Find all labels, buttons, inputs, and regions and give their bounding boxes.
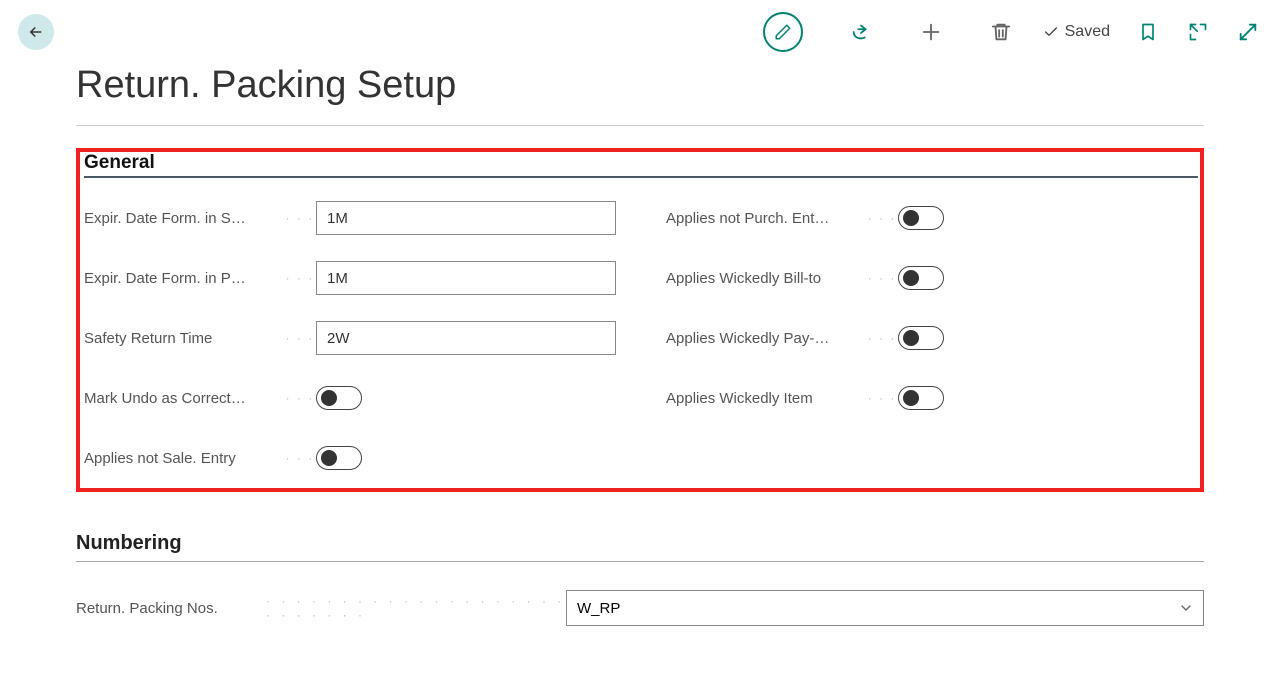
pencil-icon (774, 23, 792, 41)
applies-not-purch-toggle[interactable] (898, 206, 944, 230)
applies-not-sale-label: Applies not Sale. Entry (84, 450, 284, 467)
safety-return-row: Safety Return Time · · · (84, 322, 616, 354)
applies-wickedly-item-row: Applies Wickedly Item · · · (666, 382, 1198, 414)
return-packing-nos-select[interactable] (566, 590, 1204, 626)
delete-button[interactable] (989, 20, 1013, 44)
applies-not-purch-label: Applies not Purch. Ent… (666, 210, 866, 227)
share-button[interactable] (849, 20, 873, 44)
share-icon (850, 21, 872, 43)
expir-date-sale-label: Expir. Date Form. in S… (84, 210, 284, 227)
toolbar: Saved (0, 0, 1280, 64)
bookmark-button[interactable] (1136, 20, 1160, 44)
title-divider (76, 125, 1204, 126)
safety-return-label: Safety Return Time (84, 330, 284, 347)
check-icon (1043, 24, 1059, 40)
page-title: Return. Packing Setup (76, 64, 1204, 107)
saved-label: Saved (1065, 23, 1110, 41)
expand-icon (1237, 21, 1259, 43)
applies-wickedly-billto-row: Applies Wickedly Bill-to · · · (666, 262, 1198, 294)
applies-not-sale-row: Applies not Sale. Entry · · · (84, 442, 616, 474)
mark-undo-toggle[interactable] (316, 386, 362, 410)
applies-wickedly-item-toggle[interactable] (898, 386, 944, 410)
applies-wickedly-item-label: Applies Wickedly Item (666, 390, 866, 407)
applies-not-purch-row: Applies not Purch. Ent… · · · (666, 202, 1198, 234)
safety-return-input[interactable] (316, 321, 616, 355)
back-button[interactable] (18, 14, 54, 50)
applies-wickedly-billto-label: Applies Wickedly Bill-to (666, 270, 866, 287)
arrow-left-icon (27, 23, 45, 41)
general-highlight-box: General Expir. Date Form. in S… · · · Ex… (76, 148, 1204, 492)
trash-icon (990, 21, 1012, 43)
applies-wickedly-payto-toggle[interactable] (898, 326, 944, 350)
expir-date-sale-row: Expir. Date Form. in S… · · · (84, 202, 616, 234)
save-status: Saved (1043, 23, 1110, 41)
mark-undo-label: Mark Undo as Correct… (84, 390, 284, 407)
expir-date-purch-label: Expir. Date Form. in P… (84, 270, 284, 287)
expand-button[interactable] (1236, 20, 1260, 44)
applies-wickedly-billto-toggle[interactable] (898, 266, 944, 290)
return-packing-nos-row: Return. Packing Nos. · · · · · · · · · ·… (76, 590, 1204, 626)
return-packing-nos-label: Return. Packing Nos. (76, 600, 266, 617)
applies-wickedly-payto-row: Applies Wickedly Pay-… · · · (666, 322, 1198, 354)
page-content: Return. Packing Setup General Expir. Dat… (0, 64, 1280, 626)
new-button[interactable] (919, 20, 943, 44)
bookmark-icon (1138, 22, 1158, 42)
popout-button[interactable] (1186, 20, 1210, 44)
expir-date-purch-input[interactable] (316, 261, 616, 295)
expir-date-sale-input[interactable] (316, 201, 616, 235)
plus-icon (920, 21, 942, 43)
expir-date-purch-row: Expir. Date Form. in P… · · · (84, 262, 616, 294)
mark-undo-row: Mark Undo as Correct… · · · (84, 382, 616, 414)
general-header[interactable]: General (84, 152, 1198, 178)
general-right-column: Applies not Purch. Ent… · · · Applies Wi… (666, 202, 1198, 474)
general-left-column: Expir. Date Form. in S… · · · Expir. Dat… (84, 202, 616, 474)
popout-icon (1188, 22, 1208, 42)
numbering-header[interactable]: Numbering (76, 532, 1204, 562)
edit-button[interactable] (763, 12, 803, 52)
applies-not-sale-toggle[interactable] (316, 446, 362, 470)
applies-wickedly-payto-label: Applies Wickedly Pay-… (666, 330, 866, 347)
